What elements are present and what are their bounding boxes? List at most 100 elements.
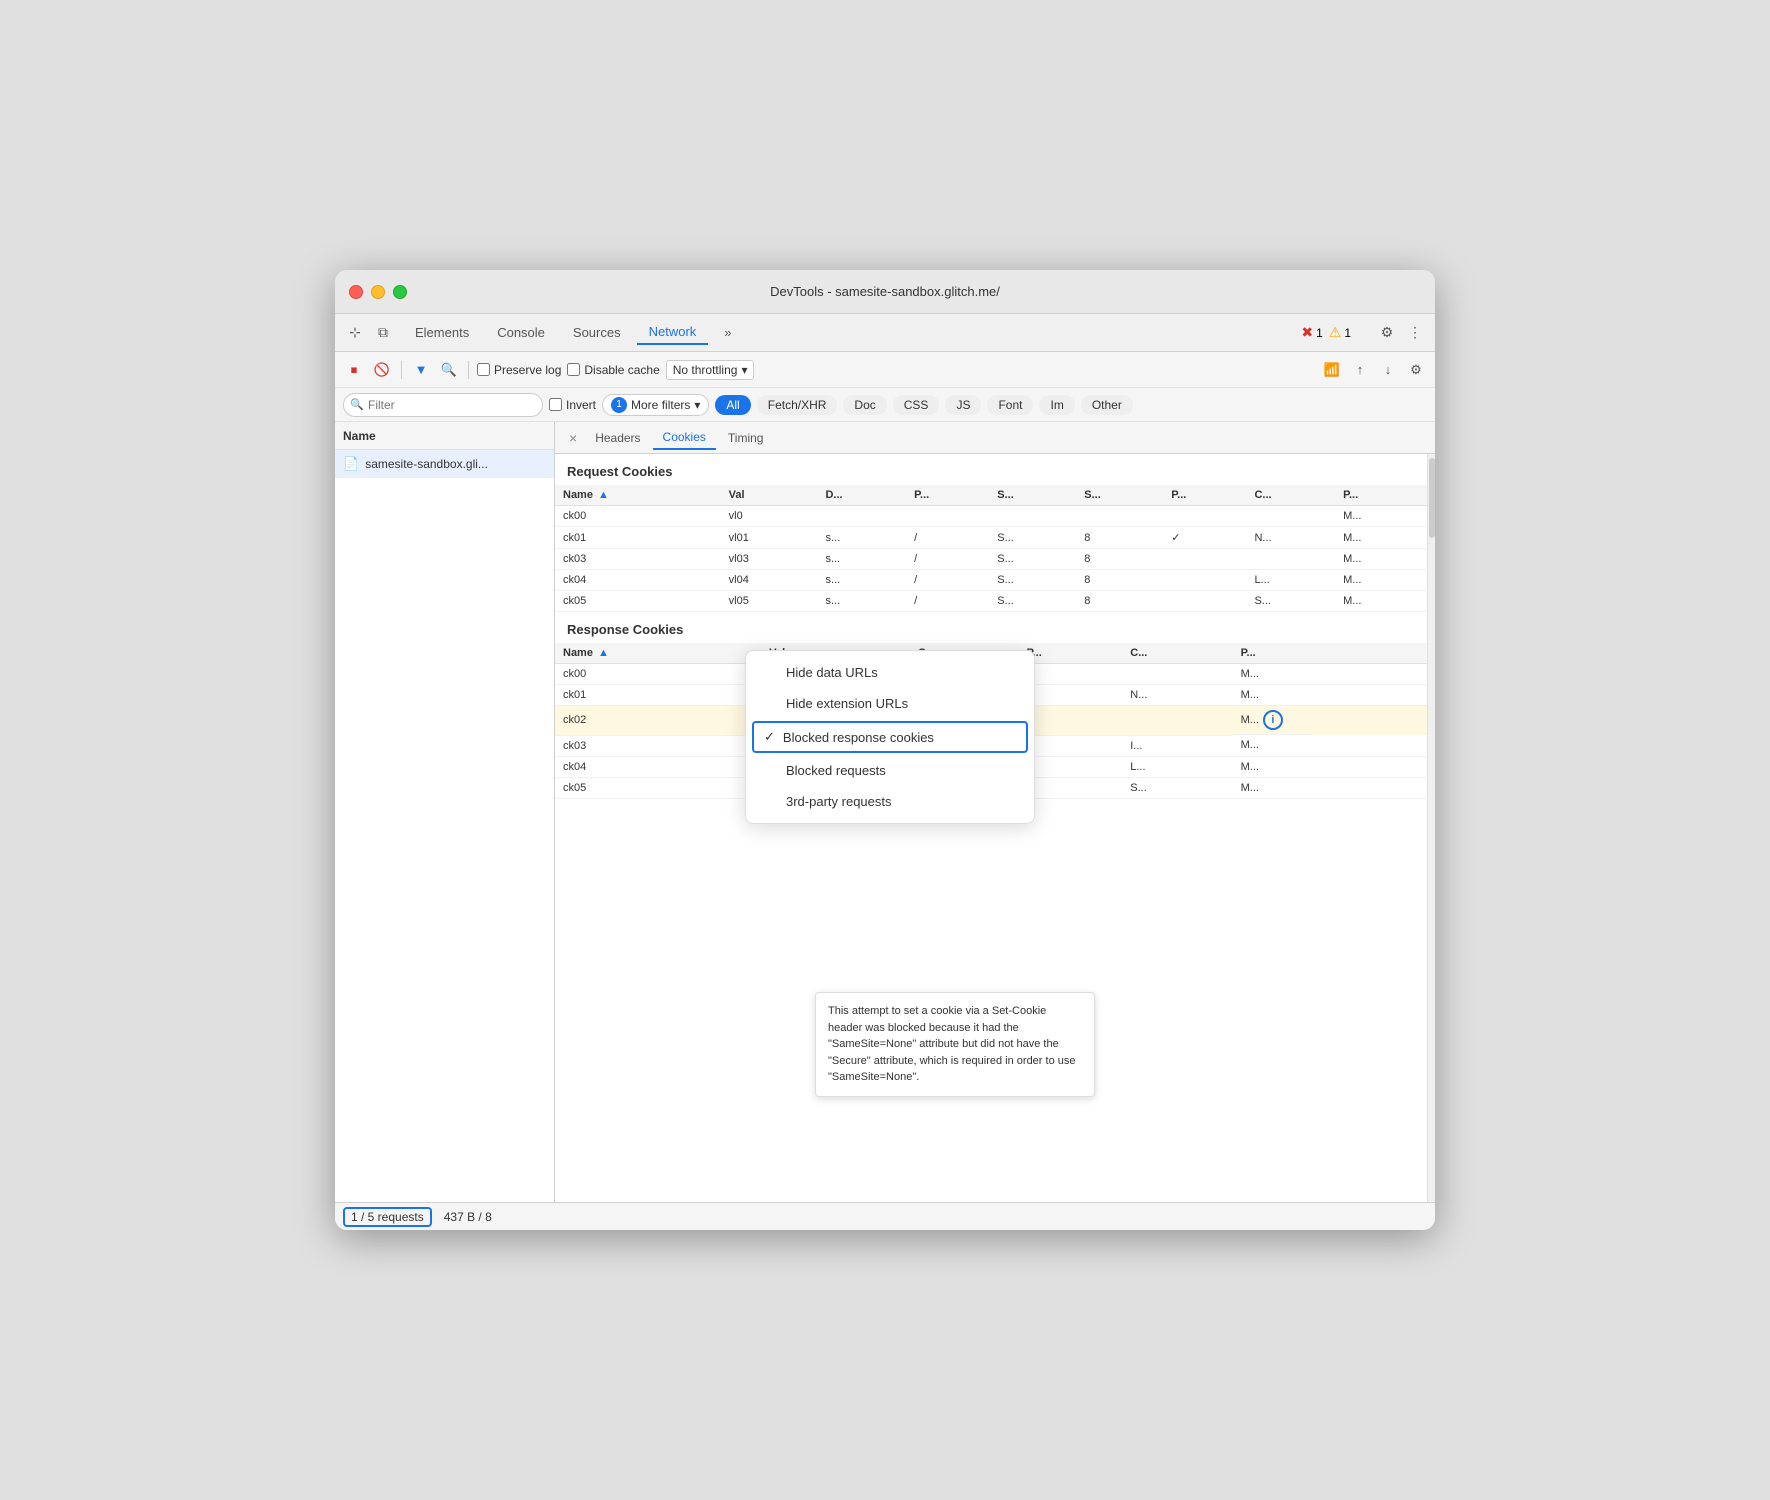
- col-p3: P...: [1335, 485, 1427, 506]
- request-cookies-header: Request Cookies: [555, 454, 1427, 485]
- download-icon[interactable]: ↓: [1377, 359, 1399, 381]
- tab-sources[interactable]: Sources: [561, 321, 633, 344]
- resp-col-c: C...: [1122, 643, 1232, 664]
- cookie-blocked-tooltip: This attempt to set a cookie via a Set-C…: [815, 992, 1095, 1097]
- network-settings-icon[interactable]: ⚙: [1405, 359, 1427, 381]
- tab-network[interactable]: Network: [637, 320, 709, 345]
- table-row[interactable]: ck05 vl05 s... / S... 8 S... M...: [555, 591, 1427, 612]
- dropdown-item-hide-extension-urls[interactable]: Hide extension URLs: [746, 688, 1034, 719]
- dropdown-item-label-3: Blocked response cookies: [783, 730, 934, 745]
- more-filters-arrow-icon: ▾: [694, 398, 700, 412]
- devtools-icons: ⊹ ⧉: [343, 321, 395, 345]
- window-title: DevTools - samesite-sandbox.glitch.me/: [770, 284, 1000, 299]
- filter-input[interactable]: [343, 393, 543, 417]
- preserve-log-checkbox[interactable]: [477, 363, 490, 376]
- warning-badge: ⚠ 1: [1329, 324, 1351, 341]
- col-c: C...: [1246, 485, 1335, 506]
- settings-icon[interactable]: ⚙: [1375, 321, 1399, 345]
- resp-col-name: Name ▲: [555, 643, 761, 664]
- col-d: D...: [817, 485, 906, 506]
- record-stop-button[interactable]: ⏹: [343, 359, 365, 381]
- resp-sort-arrow: ▲: [598, 647, 609, 659]
- filter-tag-fetch[interactable]: Fetch/XHR: [757, 395, 838, 415]
- warning-count: 1: [1344, 326, 1351, 340]
- filter-input-wrap: 🔍: [343, 393, 543, 417]
- filter-tag-all[interactable]: All: [715, 395, 750, 415]
- clear-button[interactable]: 🚫: [371, 359, 393, 381]
- filter-tag-doc[interactable]: Doc: [843, 395, 886, 415]
- throttle-button[interactable]: No throttling ▾: [666, 360, 755, 380]
- warning-icon: ⚠: [1329, 324, 1342, 341]
- scroll-thumb[interactable]: [1429, 458, 1435, 538]
- layers-icon[interactable]: ⧉: [371, 321, 395, 345]
- disable-cache-label: Disable cache: [584, 363, 659, 377]
- filter-tag-css[interactable]: CSS: [893, 395, 940, 415]
- maximize-button[interactable]: [393, 285, 407, 299]
- more-filters-dropdown: Hide data URLs Hide extension URLs ✓ Blo…: [745, 650, 1035, 824]
- dropdown-item-label-5: 3rd-party requests: [786, 794, 892, 809]
- left-panel: Name 📄 samesite-sandbox.gli...: [335, 422, 555, 1202]
- preserve-log-wrap: Preserve log: [477, 363, 561, 377]
- scrollbar[interactable]: [1427, 454, 1435, 1202]
- table-row[interactable]: ck00 vl0 M...: [555, 506, 1427, 527]
- separator-2: [468, 361, 469, 379]
- invert-checkbox[interactable]: [549, 398, 562, 411]
- more-filters-label: More filters: [631, 398, 690, 412]
- cursor-icon[interactable]: ⊹: [343, 321, 367, 345]
- dropdown-item-hide-data-urls[interactable]: Hide data URLs: [746, 657, 1034, 688]
- tab-elements[interactable]: Elements: [403, 321, 481, 344]
- tab-more[interactable]: »: [712, 321, 743, 344]
- table-row[interactable]: ck03 vl03 s... / S... 8 M...: [555, 549, 1427, 570]
- tab-console[interactable]: Console: [485, 321, 557, 344]
- tab-cookies[interactable]: Cookies: [653, 426, 716, 450]
- wifi-icon[interactable]: 📶: [1321, 359, 1343, 381]
- error-count: 1: [1316, 326, 1323, 340]
- dropdown-item-third-party[interactable]: 3rd-party requests: [746, 786, 1034, 817]
- close-button[interactable]: ×: [563, 428, 583, 448]
- sort-arrow: ▲: [598, 489, 609, 501]
- detail-tabs: × Headers Cookies Timing: [555, 422, 1435, 454]
- traffic-lights: [349, 285, 407, 299]
- filter-row: 🔍 Invert 1 More filters ▾ All Fetch/XHR …: [335, 388, 1435, 422]
- col-p: P...: [906, 485, 989, 506]
- table-row[interactable]: ck01 vl01 s... / S... 8 ✓ N... M...: [555, 527, 1427, 549]
- resp-col-p2: P...: [1233, 643, 1427, 664]
- file-list-item[interactable]: 📄 samesite-sandbox.gli...: [335, 450, 554, 478]
- requests-count-badge: 1 / 5 requests: [343, 1207, 432, 1227]
- filter-tag-js[interactable]: JS: [945, 395, 981, 415]
- devtools-window: DevTools - samesite-sandbox.glitch.me/ ⊹…: [335, 270, 1435, 1230]
- preserve-log-label: Preserve log: [494, 363, 561, 377]
- badge-group: ✖ 1 ⚠ 1: [1301, 324, 1363, 341]
- minimize-button[interactable]: [371, 285, 385, 299]
- check-icon: ✓: [764, 729, 775, 745]
- disable-cache-checkbox[interactable]: [567, 363, 580, 376]
- upload-icon[interactable]: ↑: [1349, 359, 1371, 381]
- request-cookies-table: Name ▲ Val D... P... S... S... P... C...…: [555, 485, 1427, 612]
- file-icon: 📄: [343, 456, 359, 472]
- tab-timing[interactable]: Timing: [718, 427, 774, 449]
- filter-icon[interactable]: ▼: [410, 359, 432, 381]
- search-icon[interactable]: 🔍: [438, 359, 460, 381]
- more-options-icon[interactable]: ⋮: [1403, 321, 1427, 345]
- tab-headers[interactable]: Headers: [585, 427, 650, 449]
- dropdown-item-blocked-response[interactable]: ✓ Blocked response cookies: [752, 721, 1028, 753]
- info-circle-icon[interactable]: i: [1263, 710, 1283, 730]
- close-button[interactable]: [349, 285, 363, 299]
- dropdown-item-label-4: Blocked requests: [786, 763, 886, 778]
- response-cookies-header: Response Cookies: [555, 612, 1427, 643]
- filter-search-icon: 🔍: [350, 398, 364, 411]
- more-filters-button[interactable]: 1 More filters ▾: [602, 394, 709, 416]
- title-bar: DevTools - samesite-sandbox.glitch.me/: [335, 270, 1435, 314]
- table-row[interactable]: ck04 vl04 s... / S... 8 L... M...: [555, 570, 1427, 591]
- col-val: Val: [721, 485, 818, 506]
- separator-1: [401, 361, 402, 379]
- filter-tag-font[interactable]: Font: [987, 395, 1033, 415]
- col-name: Name ▲: [555, 485, 721, 506]
- more-filters-badge: 1: [611, 397, 627, 413]
- dropdown-item-blocked-requests[interactable]: Blocked requests: [746, 755, 1034, 786]
- throttle-arrow-icon: ▾: [741, 363, 747, 377]
- throttle-label: No throttling: [673, 363, 738, 377]
- filter-tag-other[interactable]: Other: [1081, 395, 1133, 415]
- dropdown-item-label: Hide data URLs: [786, 665, 878, 680]
- filter-tag-img[interactable]: Im: [1039, 395, 1074, 415]
